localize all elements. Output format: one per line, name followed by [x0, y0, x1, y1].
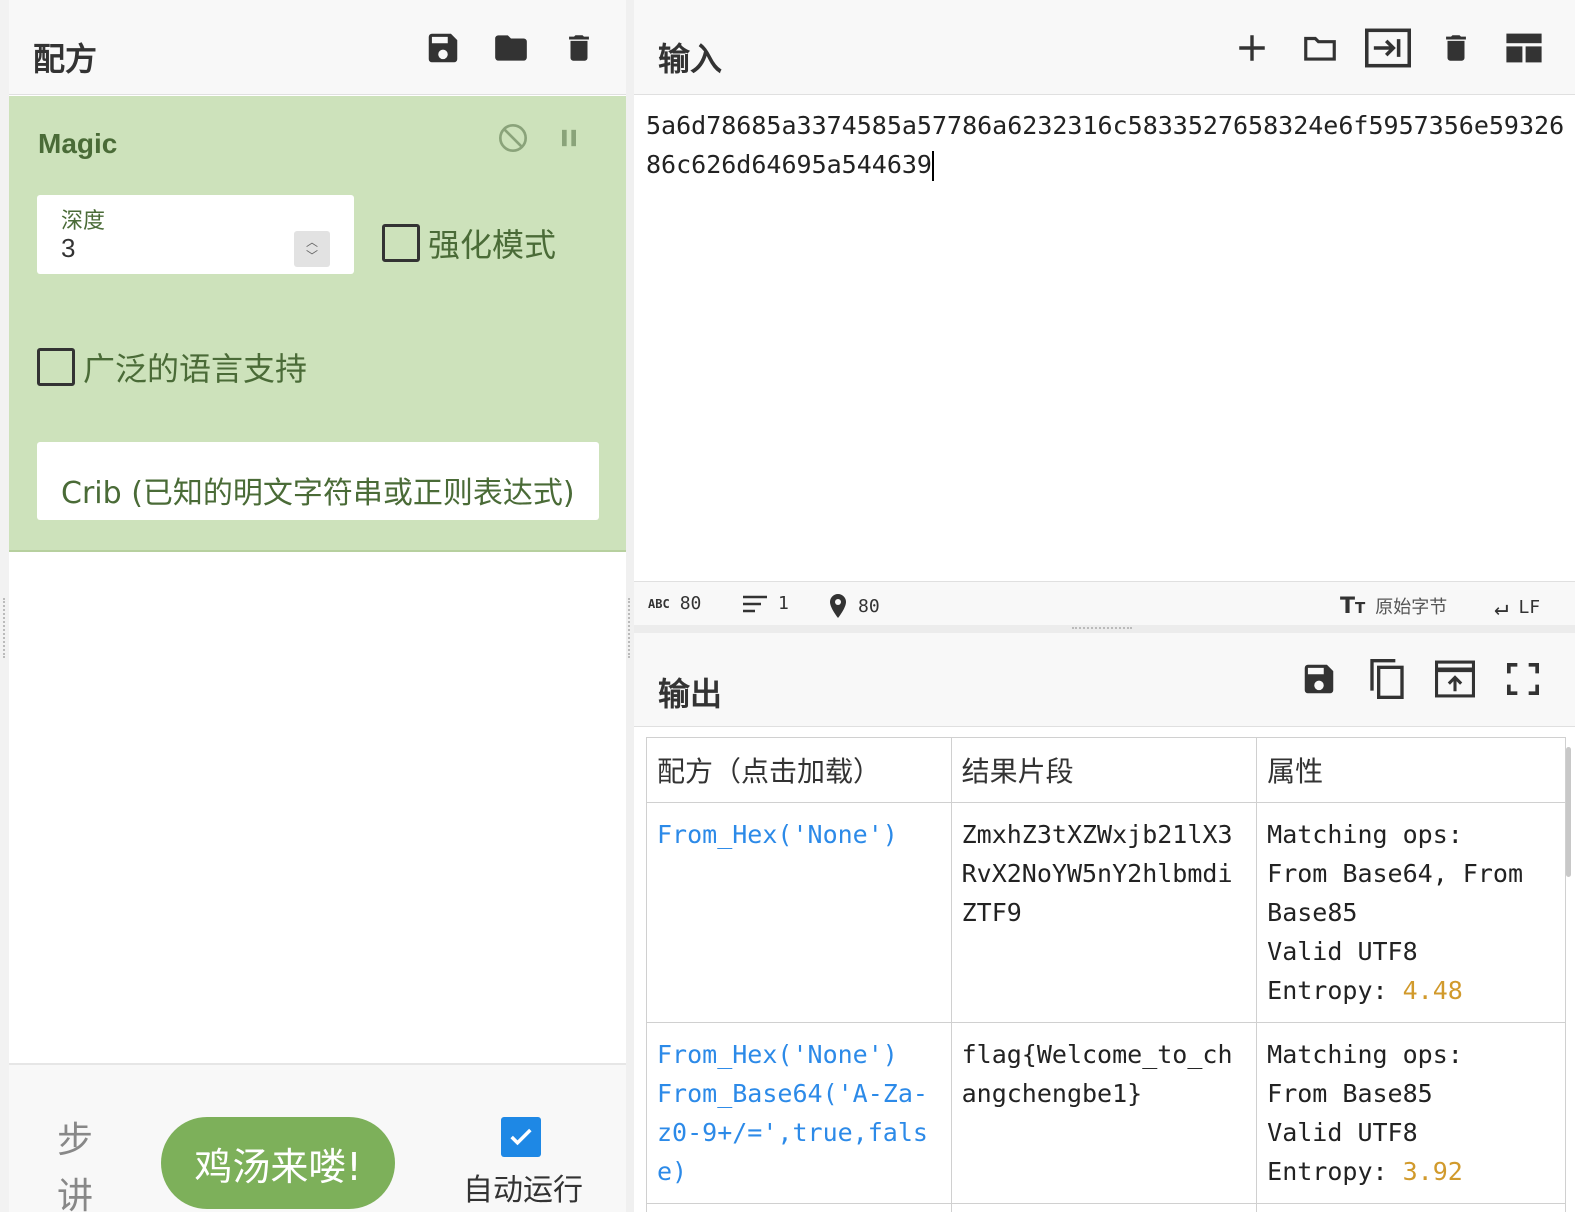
table-row: From_Hex('None') ZmxhZ3tXZWxjb21lX3RvX2N… [646, 802, 1566, 1023]
horizontal-splitter[interactable] [634, 625, 1575, 633]
column-header-recipe: 配方（点击加载） [646, 737, 952, 803]
extensive-language-checkbox[interactable]: 广泛的语言支持 [37, 344, 307, 390]
properties-cell: Matching ops: From Base85 Valid UTF8 Ent… [1256, 1022, 1566, 1204]
text-size-icon: TT [1340, 593, 1366, 619]
disable-icon[interactable] [497, 122, 529, 159]
input-textarea[interactable]: 5a6d78685a3374585a57786a6232316c58335276… [634, 96, 1575, 581]
entropy-label: Entropy: [1267, 1157, 1403, 1186]
save-icon[interactable] [409, 26, 477, 70]
props-line: From Base64, From Base85 [1267, 859, 1524, 927]
extensive-checkbox-box[interactable] [37, 348, 75, 386]
output-scrollbar[interactable] [1566, 747, 1571, 877]
clear-input-icon[interactable] [1422, 26, 1490, 70]
splitter-grip[interactable] [628, 598, 630, 658]
folder-icon[interactable] [477, 26, 545, 70]
return-arrow-icon: ↵ [1494, 593, 1509, 621]
open-folder-icon[interactable] [1286, 26, 1354, 70]
location-pin-icon [830, 594, 846, 618]
hsplit-grip [1072, 627, 1132, 630]
recipe-header: 配方 [9, 0, 628, 95]
magic-results-table: 配方（点击加载） 结果片段 属性 From_Hex('None') ZmxhZ3… [646, 737, 1566, 1212]
text-caret [931, 151, 934, 181]
lines-icon [743, 595, 767, 612]
io-panel: 输入 5a6d78685a3374585a57786a6232316c58335… [634, 0, 1575, 1212]
props-line: Valid UTF8 [1267, 937, 1418, 966]
input-title: 输入 [658, 40, 723, 78]
encoding-stat[interactable]: TT 原始字节 [1340, 593, 1447, 619]
entropy-value: 3.92 [1402, 1157, 1463, 1186]
eol-value[interactable]: LF [1518, 597, 1540, 618]
controls-bar: 步讲 鸡汤来喽! 自动运行 [9, 1063, 628, 1212]
output-header: 输出 [634, 633, 1575, 727]
layout-icon[interactable] [1490, 26, 1558, 70]
intensive-mode-label: 强化模式 [428, 226, 557, 264]
save-output-icon[interactable] [1285, 657, 1353, 701]
autobake-label: 自动运行 [463, 1173, 583, 1208]
length-value: 80 [679, 593, 702, 614]
operation-name: Magic [38, 128, 118, 159]
recipe-link[interactable]: From_Hex('None') [646, 802, 952, 1023]
depth-label: 深度 [61, 209, 106, 234]
entropy-label: Entropy: [1267, 976, 1403, 1005]
lines-value: 1 [778, 593, 789, 614]
depth-value[interactable]: 3 [61, 233, 75, 264]
copy-icon[interactable] [1353, 657, 1421, 701]
extensive-language-label: 广泛的语言支持 [83, 350, 308, 388]
recipe-panel: 配方 Magic 深度 3 ︿ ﹀ 强化模式 广泛的语言支持 Crib (已知的… [0, 0, 628, 1212]
fullscreen-icon[interactable] [1489, 657, 1557, 701]
result-snippet: ZmxhZ3tXZWxjb21lX3RvX2NoYW5nY2hlbmdiZTF9 [950, 802, 1258, 1023]
left-grip [3, 598, 5, 658]
props-line: From Base85 [1267, 1079, 1433, 1108]
trash-icon[interactable] [545, 26, 613, 70]
input-status-bar: ABC 80 1 80 TT 原始字节 ↵ LF [634, 581, 1575, 625]
breakpoint-icon[interactable] [555, 122, 583, 159]
recipe-title: 配方 [33, 40, 98, 78]
encoding-value[interactable]: 原始字节 [1375, 593, 1447, 619]
output-title: 输出 [658, 675, 723, 713]
step-button[interactable]: 步讲 [57, 1113, 101, 1212]
props-line: Valid UTF8 [1267, 1118, 1418, 1147]
autobake-checkbox[interactable] [501, 1117, 541, 1157]
lines-stat: 1 [742, 593, 789, 614]
position-value: 80 [858, 595, 880, 617]
magic-operation: Magic 深度 3 ︿ ﹀ 强化模式 广泛的语言支持 Crib (已知的明文字… [9, 96, 628, 552]
depth-stepper[interactable]: ︿ ﹀ [294, 231, 330, 267]
column-header-properties: 属性 [1256, 737, 1566, 803]
props-line: Matching ops: [1267, 820, 1463, 849]
properties-cell: Matching ops: From Base64, From Base85 V… [1256, 802, 1566, 1023]
eol-stat[interactable]: ↵ LF [1494, 593, 1540, 621]
crib-input[interactable]: Crib (已知的明文字符串或正则表达式) [37, 442, 599, 520]
output-area: 配方（点击加载） 结果片段 属性 From_Hex('None') ZmxhZ3… [634, 727, 1575, 1212]
table-header-row: 配方（点击加载） 结果片段 属性 [646, 737, 1566, 803]
table-row: From_Hex('None') From_Base64('A-Za-z0-9+… [646, 1022, 1566, 1204]
intensive-checkbox-box[interactable] [382, 224, 420, 262]
length-stat: ABC 80 [648, 593, 701, 614]
result-snippet: flag{Welcome_to_changchengbe1} [950, 1022, 1258, 1204]
entropy-value: 4.48 [1402, 976, 1463, 1005]
bake-button[interactable]: 鸡汤来喽! [161, 1117, 395, 1209]
input-file-icon[interactable] [1354, 26, 1422, 70]
recipe-link[interactable]: From_Hex('None') From_Base64('A-Za-z0-9+… [646, 1022, 952, 1204]
input-text[interactable]: 5a6d78685a3374585a57786a6232316c58335276… [646, 111, 1564, 179]
crib-placeholder: Crib (已知的明文字符串或正则表达式) [61, 476, 575, 511]
props-line: Matching ops: [1267, 1040, 1463, 1069]
intensive-mode-checkbox[interactable]: 强化模式 [382, 220, 556, 266]
autobake-toggle[interactable]: 自动运行 [463, 1117, 583, 1209]
replace-input-icon[interactable] [1421, 657, 1489, 701]
column-header-result: 结果片段 [950, 737, 1258, 803]
position-stat: 80 [828, 593, 880, 619]
depth-field[interactable]: 深度 3 ︿ ﹀ [37, 195, 354, 274]
plus-icon[interactable] [1218, 26, 1286, 70]
table-row [646, 1203, 1566, 1212]
abc-icon: ABC [648, 596, 670, 611]
input-header: 输入 [634, 0, 1575, 95]
